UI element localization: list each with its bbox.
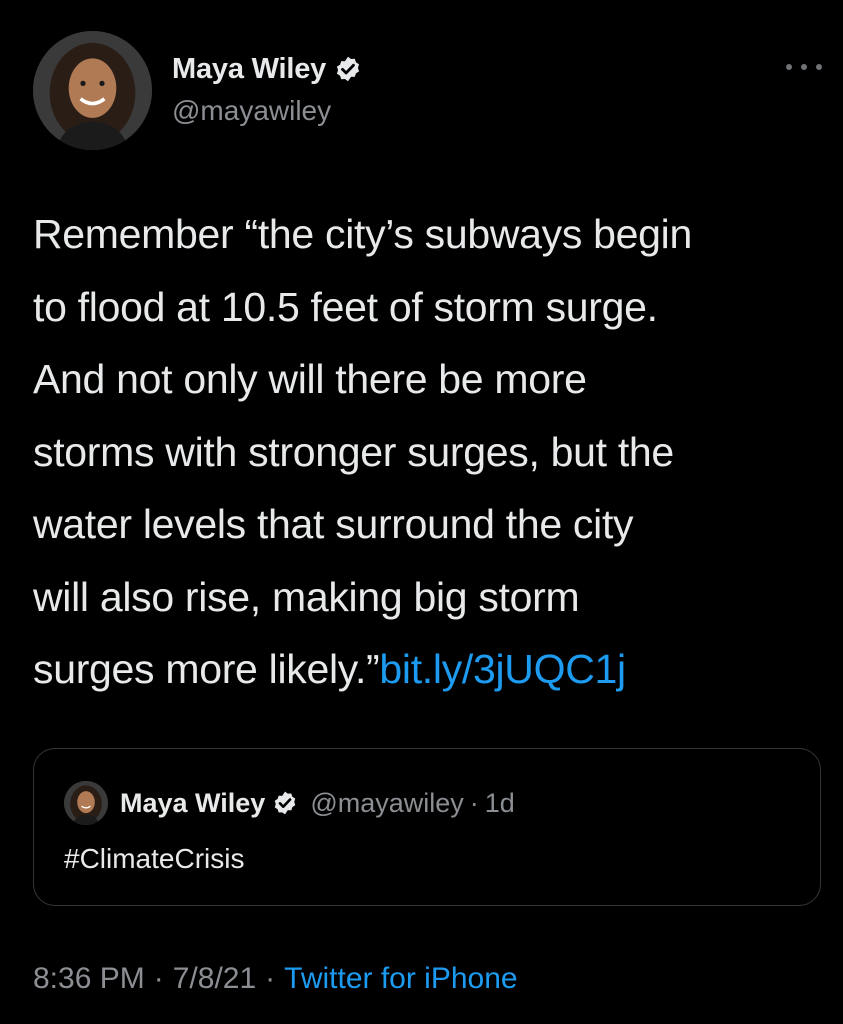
quoted-separator: · <box>469 787 479 818</box>
meta-separator: · <box>265 962 276 995</box>
author-display-name[interactable]: Maya Wiley <box>172 53 326 86</box>
quoted-tweet-age: 1d <box>484 787 515 818</box>
tweet-date: 7/8/21 <box>172 962 257 995</box>
quoted-tweet-card[interactable]: Maya Wiley @mayawiley · 1d #ClimateCrisi… <box>33 748 821 906</box>
tweet-text-line: water levels that surround the city <box>33 501 634 547</box>
quoted-author-name: Maya Wiley <box>120 787 266 818</box>
tweet-link[interactable]: bit.ly/3jUQC1j <box>379 646 626 692</box>
verified-badge-icon <box>334 55 362 83</box>
author-avatar[interactable] <box>33 31 152 150</box>
author-handle[interactable]: @mayawiley <box>172 95 331 127</box>
tweet: Maya Wiley @mayawiley Remember “the city… <box>0 0 843 1024</box>
tweet-text-line: And not only will there be more <box>33 356 587 402</box>
tweet-text-last-line: surges more likely.”bit.ly/3jUQC1j <box>33 633 828 706</box>
tweet-time: 8:36 PM <box>33 962 145 995</box>
quoted-author-avatar-image <box>64 781 108 825</box>
tweet-text-line: surges more likely.” <box>33 646 380 692</box>
tweet-text-line: storms with stronger surges, but the <box>33 428 674 475</box>
quoted-tweet-hashtag[interactable]: #ClimateCrisis <box>64 843 244 875</box>
more-dot <box>801 64 807 70</box>
more-horizontal-icon[interactable] <box>786 55 822 79</box>
tweet-text-line: will also rise, making big storm <box>33 573 580 620</box>
quoted-author-avatar <box>64 781 108 825</box>
tweet-meta: 8:36 PM · 7/8/21 · Twitter for iPhone <box>33 962 518 996</box>
meta-separator: · <box>153 962 164 995</box>
verified-badge-icon <box>272 790 298 816</box>
more-dot <box>816 64 822 70</box>
tweet-text-line: Remember “the city’s subways begin <box>33 211 692 257</box>
tweet-source-link[interactable]: Twitter for iPhone <box>284 962 517 996</box>
quoted-author-handle: @mayawiley <box>310 787 464 818</box>
quoted-tweet-header: Maya Wiley @mayawiley · 1d <box>64 781 515 825</box>
author-name-row[interactable]: Maya Wiley <box>172 50 362 88</box>
more-dot <box>786 64 792 70</box>
author-avatar-image <box>33 31 152 150</box>
tweet-text-line: to flood at 10.5 feet of storm surge. <box>33 283 658 330</box>
tweet-text: Remember “the city’s subways begin to fl… <box>33 198 828 706</box>
